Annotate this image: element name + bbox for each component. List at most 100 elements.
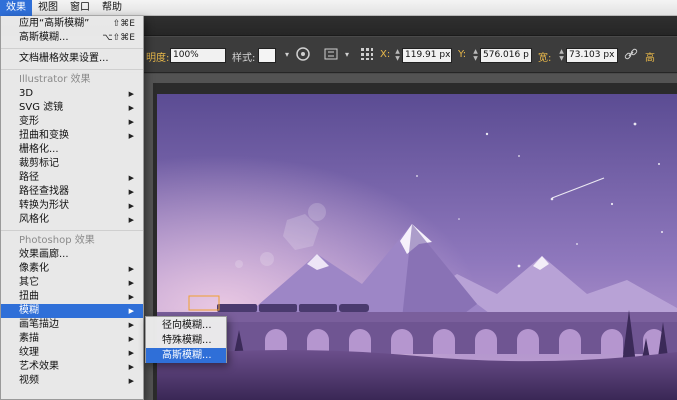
- submenu-arrow-icon: ▶: [128, 132, 134, 140]
- effect-menu-dropdown: 应用“高斯模糊” ⇧⌘E 高斯模糊... ⌥⇧⌘E 文档栅格效果设置... Il…: [0, 16, 144, 400]
- style-swatch[interactable]: [258, 48, 276, 63]
- submenu-arrow-icon: ▶: [128, 279, 134, 287]
- menu-item-pathfinder[interactable]: 路径查找器 ▶: [1, 185, 143, 199]
- menu-item-label: 变形: [19, 116, 39, 127]
- menu-item-video[interactable]: 视频 ▶: [1, 374, 143, 388]
- submenu-arrow-icon: ▶: [128, 377, 134, 385]
- menu-item-last-effect[interactable]: 高斯模糊... ⌥⇧⌘E: [1, 31, 143, 45]
- recolor-icon[interactable]: [294, 46, 312, 64]
- width-field[interactable]: 73.103 px: [566, 48, 618, 63]
- opacity-field[interactable]: 100%: [170, 48, 226, 63]
- menu-item-brush-strokes[interactable]: 画笔描边 ▶: [1, 318, 143, 332]
- menu-item-label: 扭曲和变换: [19, 130, 69, 141]
- shortcut-label: ⇧⌘E: [112, 19, 135, 29]
- submenu-arrow-icon: ▶: [128, 307, 134, 315]
- y-field[interactable]: 576.016 p: [480, 48, 532, 63]
- y-label: Y:: [458, 49, 467, 60]
- menu-item-artistic[interactable]: 艺术效果 ▶: [1, 360, 143, 374]
- menu-view[interactable]: 视图: [32, 0, 64, 16]
- menu-item-effect-gallery[interactable]: 效果画廊...: [1, 248, 143, 262]
- menu-item-gaussian-blur[interactable]: 高斯模糊...: [146, 348, 226, 363]
- x-field[interactable]: 119.91 px: [402, 48, 452, 63]
- menu-item-label: 路径: [19, 172, 39, 183]
- menu-item-document-raster-settings[interactable]: 文档栅格效果设置...: [1, 52, 143, 66]
- menu-item-pixelate[interactable]: 像素化 ▶: [1, 262, 143, 276]
- menu-item-label: 其它: [19, 277, 39, 288]
- menu-item-label: 径向模糊...: [162, 320, 212, 331]
- width-label: 宽:: [538, 53, 552, 64]
- submenu-arrow-icon: ▶: [128, 293, 134, 301]
- opacity-label: 明度:: [146, 53, 170, 64]
- menu-divider: [1, 48, 143, 49]
- height-label: 高: [645, 53, 655, 64]
- landscape-illustration: [157, 94, 677, 400]
- menu-item-distort-transform[interactable]: 扭曲和变换 ▶: [1, 129, 143, 143]
- x-stepper-icon[interactable]: ▲ ▼: [394, 48, 401, 63]
- menu-item-label: 艺术效果: [19, 361, 59, 372]
- y-stepper-icon[interactable]: ▲ ▼: [472, 48, 479, 63]
- submenu-arrow-icon: ▶: [128, 202, 134, 210]
- menu-item-label: 模糊: [19, 305, 39, 316]
- menu-item-warp[interactable]: 变形 ▶: [1, 115, 143, 129]
- menu-item-label: 纹理: [19, 347, 39, 358]
- menu-item-other[interactable]: 其它 ▶: [1, 276, 143, 290]
- menu-item-apply-last-effect[interactable]: 应用“高斯模糊” ⇧⌘E: [1, 17, 143, 31]
- menu-item-label: 转换为形状: [19, 200, 69, 211]
- submenu-arrow-icon: ▶: [128, 104, 134, 112]
- menu-divider: [1, 69, 143, 70]
- menu-item-svg-filters[interactable]: SVG 滤镜 ▶: [1, 101, 143, 115]
- menu-item-texture[interactable]: 纹理 ▶: [1, 346, 143, 360]
- menu-item-smart-blur[interactable]: 特殊模糊...: [146, 333, 226, 348]
- menu-item-path[interactable]: 路径 ▶: [1, 171, 143, 185]
- menu-effect[interactable]: 效果: [0, 0, 32, 16]
- submenu-arrow-icon: ▶: [128, 188, 134, 196]
- menu-item-label: 栅格化...: [19, 144, 59, 155]
- menu-divider: [1, 230, 143, 231]
- menu-bar: 效果 视图 窗口 帮助: [0, 0, 677, 16]
- link-icon[interactable]: [622, 46, 640, 64]
- submenu-arrow-icon: ▶: [128, 363, 134, 371]
- menu-item-label: 裁剪标记: [19, 158, 59, 169]
- shortcut-label: ⌥⇧⌘E: [102, 33, 135, 43]
- menu-item-label: 风格化: [19, 214, 49, 225]
- menu-item-label: 像素化: [19, 263, 49, 274]
- style-label: 样式:: [232, 53, 256, 64]
- menu-section-photoshop: Photoshop 效果: [19, 235, 95, 246]
- menu-window[interactable]: 窗口: [64, 0, 96, 16]
- menu-item-label: 画笔描边: [19, 319, 59, 330]
- submenu-arrow-icon: ▶: [128, 265, 134, 273]
- menu-item-label: 3D: [19, 88, 34, 99]
- submenu-arrow-icon: ▶: [128, 216, 134, 224]
- menu-item-label: 素描: [19, 333, 39, 344]
- menu-item-distort[interactable]: 扭曲 ▶: [1, 290, 143, 304]
- menu-item-sketch[interactable]: 素描 ▶: [1, 332, 143, 346]
- menu-item-blur[interactable]: 模糊 ▶: [1, 304, 143, 318]
- submenu-arrow-icon: ▶: [128, 321, 134, 329]
- chevron-down-icon[interactable]: ▾: [338, 46, 356, 64]
- menu-item-label: 路径查找器: [19, 186, 69, 197]
- menu-item-radial-blur[interactable]: 径向模糊...: [146, 318, 226, 333]
- reference-point-icon[interactable]: [358, 46, 376, 64]
- menu-item-label: 高斯模糊...: [19, 32, 69, 43]
- menu-help[interactable]: 帮助: [96, 0, 128, 16]
- menu-item-label: 特殊模糊...: [162, 335, 212, 346]
- submenu-arrow-icon: ▶: [128, 349, 134, 357]
- submenu-arrow-icon: ▶: [128, 90, 134, 98]
- menu-item-convert-to-shape[interactable]: 转换为形状 ▶: [1, 199, 143, 213]
- artboard[interactable]: [157, 94, 677, 400]
- x-label: X:: [380, 49, 391, 60]
- width-stepper-icon[interactable]: ▲ ▼: [558, 48, 565, 63]
- menu-item-rasterize[interactable]: 栅格化...: [1, 143, 143, 157]
- blur-submenu: 径向模糊... 特殊模糊... 高斯模糊...: [145, 316, 227, 363]
- menu-item-label: 高斯模糊...: [162, 350, 212, 361]
- submenu-arrow-icon: ▶: [128, 174, 134, 182]
- menu-item-label: 视频: [19, 375, 39, 386]
- submenu-arrow-icon: ▶: [128, 118, 134, 126]
- menu-item-label: SVG 滤镜: [19, 102, 64, 113]
- menu-item-stylize[interactable]: 风格化 ▶: [1, 213, 143, 227]
- menu-section-illustrator: Illustrator 效果: [19, 74, 91, 85]
- menu-item-crop-marks[interactable]: 裁剪标记: [1, 157, 143, 171]
- menu-item-label: 文档栅格效果设置...: [19, 53, 109, 64]
- submenu-arrow-icon: ▶: [128, 335, 134, 343]
- menu-item-3d[interactable]: 3D ▶: [1, 87, 143, 101]
